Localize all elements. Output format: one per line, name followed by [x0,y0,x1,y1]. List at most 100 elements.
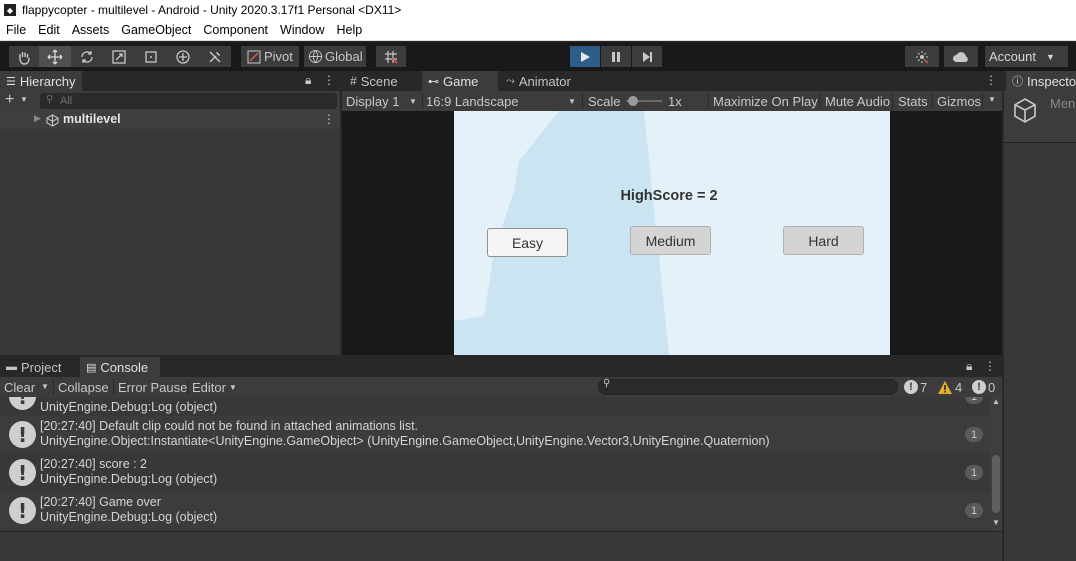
console-entries: ! UnityEngine.Debug:Log (object) 1 ! [20… [0,397,990,531]
tab-hierarchy[interactable]: ☰ Hierarchy [0,71,82,91]
kebab-menu-icon[interactable]: ⋮ [985,73,997,87]
scroll-down-icon[interactable]: ▼ [992,518,1000,527]
global-label: Global [325,49,363,64]
maximize-on-play-toggle[interactable]: Maximize On Play [713,91,818,111]
log-entry-icon: ! [9,397,36,410]
kebab-menu-icon[interactable]: ⋮ [323,73,335,87]
warning-icon [938,380,952,394]
hierarchy-search-input[interactable]: ⚲ All [40,93,337,109]
folder-icon: ▬ [6,361,17,373]
easy-button[interactable]: Easy [487,228,568,257]
scale-slider[interactable] [626,91,666,111]
account-label: Account [989,49,1036,64]
menu-gameobject[interactable]: GameObject [115,23,197,37]
warning-count-toggle[interactable]: 4 [938,377,962,397]
menu-assets[interactable]: Assets [66,23,116,37]
aspect-label: 16:9 Landscape [426,93,519,109]
slider-thumb[interactable] [628,96,638,106]
move-tool-button[interactable] [39,46,71,67]
tab-console[interactable]: ▤ Console [80,357,160,377]
pause-button[interactable] [601,46,631,67]
stats-toggle[interactable]: Stats [898,91,928,111]
error-count-toggle[interactable]: ! 0 [972,377,995,397]
hard-button[interactable]: Hard [783,226,864,255]
hierarchy-scene-row[interactable]: ▶ multilevel ⋮ [0,111,340,129]
step-icon [643,51,652,62]
chevron-down-icon[interactable]: ▼ [20,95,28,104]
tab-inspector[interactable]: ⓘ Inspecto [1006,71,1076,91]
entry-message: UnityEngine.Debug:Log (object) [40,400,218,414]
console-entry[interactable]: ! UnityEngine.Debug:Log (object) 1 [0,397,990,416]
custom-tool-button[interactable] [199,46,231,67]
inspector-tab-label: Inspecto [1027,73,1076,89]
console-entry[interactable]: ! [20:27:40] score : 2 UnityEngine.Debug… [0,454,990,492]
cloud-button[interactable] [944,46,978,67]
display-dropdown[interactable]: Display 1 ▼ [346,91,420,111]
lock-icon[interactable]: 🔒︎ [305,73,311,88]
scale-tool-button[interactable] [103,46,135,67]
console-entry[interactable]: ! [20:27:40] Game over UnityEngine.Debug… [0,492,990,530]
scroll-up-icon[interactable]: ▲ [992,397,1000,406]
kebab-menu-icon[interactable]: ⋮ [984,359,996,373]
mute-audio-toggle[interactable]: Mute Audio [825,91,890,111]
collapse-toggle[interactable]: Collapse [58,377,109,397]
tab-project[interactable]: ▬ Project [0,357,76,377]
collab-icon [916,50,929,64]
entry-count-badge: 1 [965,397,983,404]
chevron-down-icon: ▼ [1045,51,1055,62]
rect-tool-button[interactable] [135,46,167,67]
pivot-label: Pivot [264,49,293,64]
tab-scene[interactable]: # Scene [344,71,418,91]
menu-edit[interactable]: Edit [32,23,66,37]
editor-dropdown[interactable]: Editor ▼ [192,377,237,397]
transform-tool-button[interactable] [167,46,199,67]
scene-tab-label: Scene [360,73,398,89]
transform-icon [176,49,190,64]
account-dropdown[interactable]: Account ▼ [985,46,1068,67]
display-label: Display 1 [346,93,400,109]
menu-component[interactable]: Component [197,23,274,37]
menu-bar: File Edit Assets GameObject Component Wi… [0,20,1076,41]
game-controls-row: Display 1 ▼ 16:9 Landscape ▼ Scale 1x Ma… [342,91,1002,111]
step-button[interactable] [632,46,662,67]
tab-animator[interactable]: ⤳ Animator [500,71,584,91]
kebab-menu-icon[interactable]: ⋮ [323,112,335,126]
move-icon [47,49,63,64]
rotate-tool-button[interactable] [71,46,103,67]
expand-arrow-icon[interactable]: ▶ [34,113,41,124]
log-entry-icon: ! [9,497,36,524]
aspect-dropdown[interactable]: 16:9 Landscape ▼ [426,91,578,111]
menu-help[interactable]: Help [330,23,368,37]
scene-name: multilevel [63,112,121,126]
lock-icon[interactable]: 🔒︎ [966,359,972,374]
error-pause-toggle[interactable]: Error Pause [118,377,187,397]
menu-file[interactable]: File [0,23,32,37]
snap-settings-button[interactable] [376,46,406,67]
clear-button[interactable]: Clear [4,377,35,397]
global-toggle[interactable]: Global [304,46,366,67]
medium-button[interactable]: Medium [630,226,711,255]
hand-tool-button[interactable] [9,46,39,67]
console-icon: ▤ [86,361,97,374]
gizmos-toggle[interactable]: Gizmos [937,91,981,111]
collab-button[interactable] [905,46,939,67]
log-entry-icon: ! [9,459,36,486]
console-scrollbar[interactable]: ▲ ▼ [990,397,1002,531]
pivot-toggle[interactable]: Pivot [241,46,299,67]
rect-transform-icon [145,50,157,63]
play-button[interactable] [570,46,600,67]
hash-icon: # [350,74,357,88]
chevron-down-icon[interactable]: ▼ [988,95,996,104]
entry-count-badge: 1 [965,503,983,518]
console-search-input[interactable]: ⚲ [598,378,898,395]
menu-window[interactable]: Window [274,23,330,37]
grid-snap-icon [385,50,398,64]
chevron-down-icon[interactable]: ▼ [41,382,49,391]
add-icon[interactable]: + [5,91,14,109]
inspector-panel: ⓘ Inspecto Men [1004,71,1076,561]
log-count-toggle[interactable]: ! 7 [904,377,927,397]
tab-game[interactable]: ⊷ Game [422,71,498,91]
error-count: 0 [988,379,996,395]
scrollbar-thumb[interactable] [992,455,1000,513]
console-entry[interactable]: ! [20:27:40] Default clip could not be f… [0,416,990,454]
